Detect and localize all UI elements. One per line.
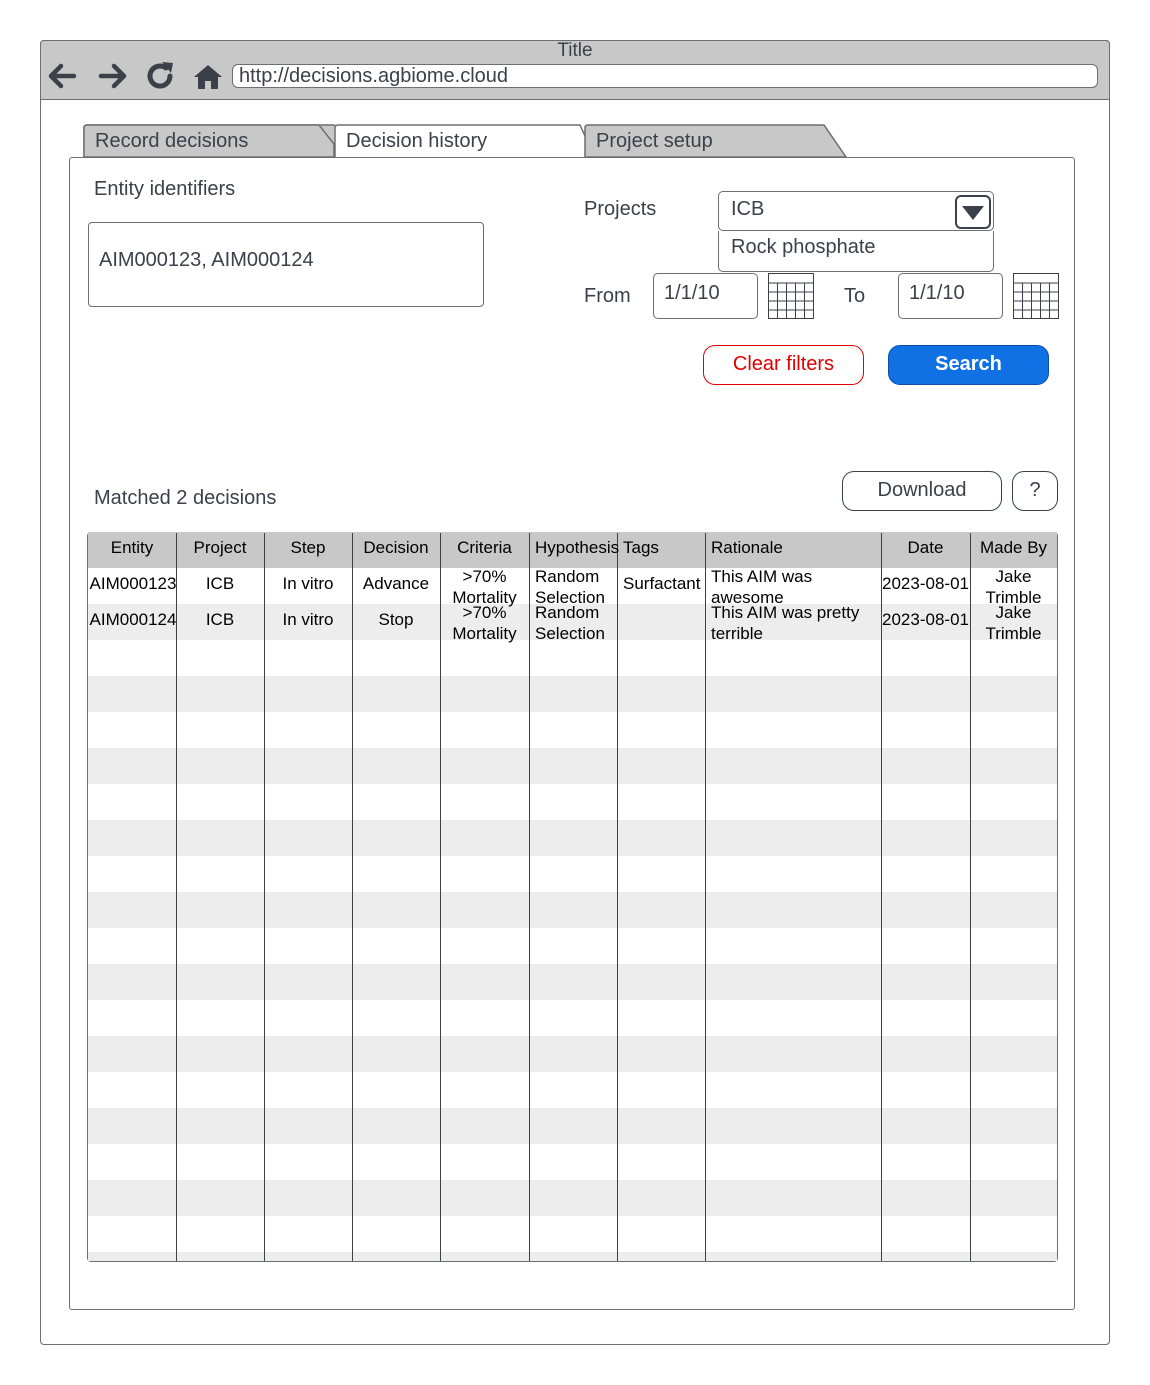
column-divider — [705, 533, 706, 1261]
column-header-step[interactable]: Step — [264, 532, 352, 568]
to-label: To — [844, 285, 866, 307]
column-header-made-by[interactable]: Made By — [970, 532, 1057, 568]
tab-label: Project setup — [596, 130, 713, 152]
projects-option-label: Rock phosphate — [731, 236, 876, 258]
cell-decision: Advance — [362, 574, 430, 593]
tab-label: Record decisions — [95, 130, 249, 152]
download-button[interactable]: Download — [842, 471, 1002, 511]
column-divider — [264, 533, 265, 1261]
cell-hypothesis: Random Selection — [535, 603, 605, 643]
column-divider — [529, 533, 530, 1261]
entity-identifiers-label: Entity identifiers — [94, 178, 236, 200]
projects-selected-value: ICB — [731, 198, 765, 220]
cell-decision: Stop — [378, 610, 414, 629]
reload-icon[interactable] — [142, 58, 178, 94]
column-header-tags[interactable]: Tags — [617, 532, 705, 568]
table-row-stripe — [88, 892, 1057, 928]
table-row-stripe — [88, 748, 1057, 784]
column-header-rationale[interactable]: Rationale — [705, 532, 881, 568]
column-header-decision[interactable]: Decision — [352, 532, 440, 568]
to-date-value: 1/1/10 — [909, 282, 965, 304]
column-divider — [176, 533, 177, 1261]
column-divider — [352, 533, 353, 1261]
column-header-entity[interactable]: Entity — [88, 532, 176, 568]
table-row-stripe — [88, 1252, 1057, 1261]
cell-entity: AIM000124 — [89, 610, 177, 629]
entity-identifiers-input[interactable]: AIM000123, AIM000124 — [88, 222, 484, 307]
cell-criteria: >70% Mortality — [452, 603, 517, 643]
cell-date: 2023-08-01 — [882, 574, 969, 593]
cell-entity: AIM000123 — [89, 574, 177, 593]
cell-made-by: Jake Trimble — [985, 603, 1042, 643]
column-header-project[interactable]: Project — [176, 532, 264, 568]
column-divider — [881, 533, 882, 1261]
table-row-stripe — [88, 676, 1057, 712]
column-header-date[interactable]: Date — [881, 532, 970, 568]
column-header-hypothesis[interactable]: Hypothesis — [529, 532, 619, 568]
cell-date: 2023-08-01 — [882, 610, 969, 629]
back-arrow-icon[interactable] — [44, 58, 80, 94]
dropdown-arrow-icon[interactable] — [955, 195, 991, 229]
home-icon[interactable] — [190, 58, 226, 94]
help-button[interactable]: ? — [1012, 471, 1058, 511]
tab-label: Decision history — [346, 130, 488, 152]
table-row-stripe — [88, 1180, 1057, 1216]
forward-arrow-icon[interactable] — [95, 58, 131, 94]
calendar-icon[interactable] — [1013, 273, 1059, 319]
to-date-input[interactable]: 1/1/10 — [898, 273, 1003, 319]
from-date-input[interactable]: 1/1/10 — [653, 273, 758, 319]
tab-project-setup[interactable]: Project setup — [584, 124, 848, 158]
column-divider — [617, 533, 618, 1261]
results-summary: Matched 2 decisions — [94, 487, 277, 509]
table-row-stripe — [88, 820, 1057, 856]
tab-decision-history[interactable]: Decision history — [334, 124, 596, 159]
cell-project: ICB — [205, 574, 235, 593]
tab-record-decisions[interactable]: Record decisions — [83, 124, 335, 158]
table-row-stripe — [88, 1036, 1057, 1072]
cell-project: ICB — [205, 610, 235, 629]
from-date-value: 1/1/10 — [664, 282, 720, 304]
cell-step: In vitro — [282, 574, 334, 593]
projects-label: Projects — [584, 198, 657, 220]
search-button[interactable]: Search — [888, 345, 1049, 385]
cell-rationale: This AIM was pretty terrible — [711, 603, 860, 643]
table-row-stripe — [88, 1108, 1057, 1144]
table-row-stripe — [88, 964, 1057, 1000]
entity-identifiers-value: AIM000123, AIM000124 — [99, 249, 314, 271]
from-label: From — [584, 285, 631, 307]
address-bar[interactable]: http://decisions.agbiome.cloud — [232, 64, 1098, 88]
projects-option[interactable]: Rock phosphate — [718, 231, 994, 272]
clear-filters-button[interactable]: Clear filters — [703, 345, 864, 385]
column-header-criteria[interactable]: Criteria — [440, 532, 529, 568]
cell-step: In vitro — [282, 610, 334, 629]
cell-tags: Surfactant — [623, 574, 701, 593]
calendar-icon[interactable] — [768, 273, 814, 319]
projects-select[interactable]: ICB — [718, 191, 994, 231]
